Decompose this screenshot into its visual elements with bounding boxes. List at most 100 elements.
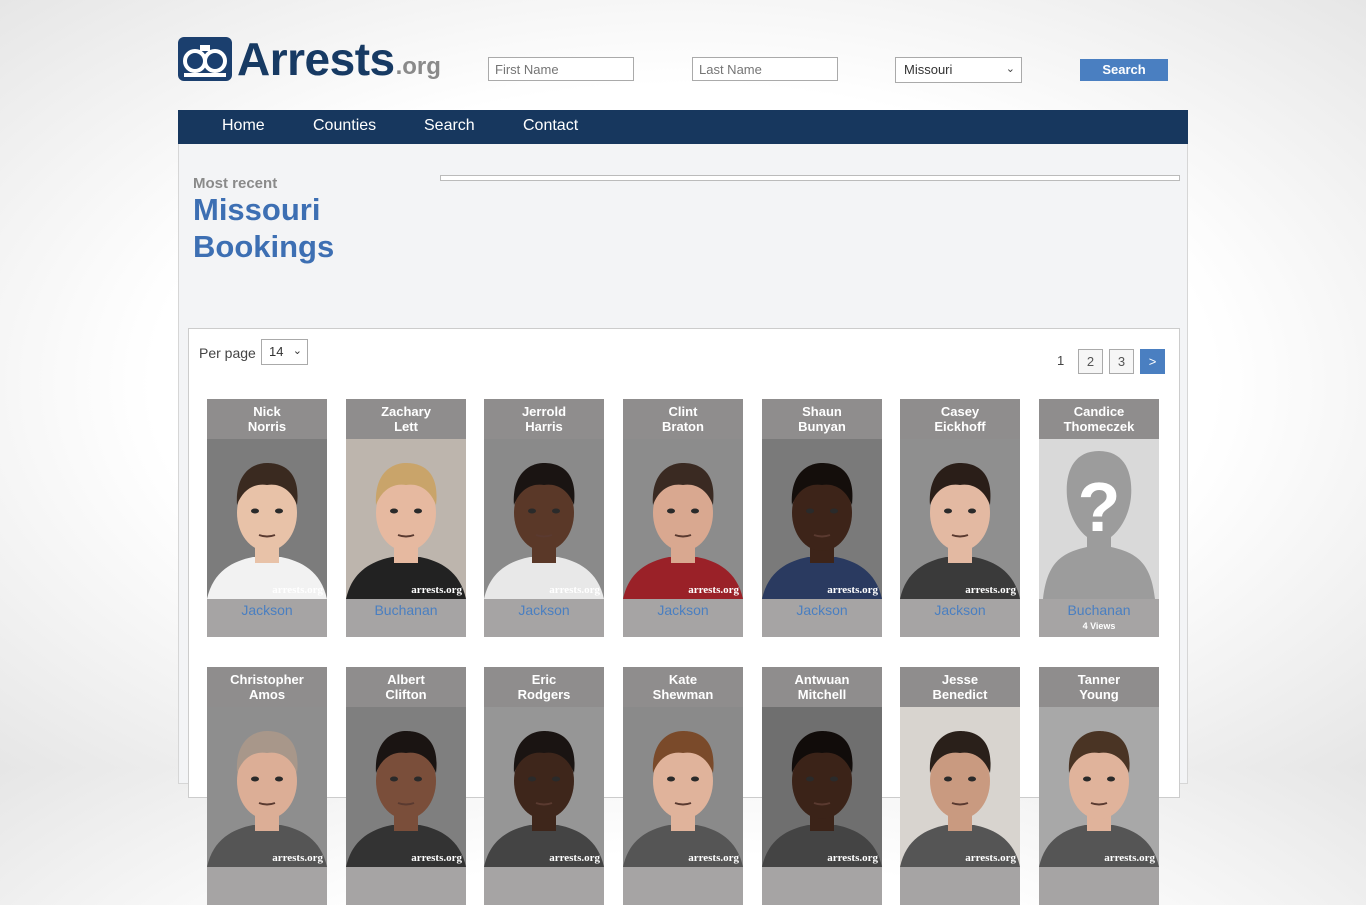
- inmate-last-name: Eickhoff: [934, 419, 986, 434]
- mugshot-photo[interactable]: arrests.org: [484, 439, 604, 599]
- county-link[interactable]: Jackson: [900, 602, 1020, 618]
- mugshot-photo[interactable]: arrests.org: [346, 707, 466, 867]
- nav-counties[interactable]: Counties: [313, 110, 376, 144]
- inmate-name[interactable]: Eric Rodgers: [484, 667, 604, 707]
- bookings-panel: Per page 14 ⌄ 1 2 3 > Nick Norris arrests.…: [188, 328, 1180, 905]
- booking-card[interactable]: Jerrold Harris arrests.org Jackson: [484, 399, 604, 637]
- inmate-first-name: Candice: [1073, 404, 1125, 419]
- watermark-text: arrests.org: [827, 584, 878, 596]
- view-count: 4 Views: [1082, 621, 1116, 631]
- inmate-name[interactable]: Zachary Lett: [346, 399, 466, 439]
- inmate-first-name: Tanner: [1077, 672, 1121, 687]
- chevron-down-icon: ⌄: [1005, 63, 1015, 75]
- site-header: Arrests .org Missouri ⌄ Search: [178, 34, 1188, 90]
- chevron-down-icon: ⌄: [292, 345, 302, 357]
- inmate-name[interactable]: Tanner Young: [1039, 667, 1159, 707]
- inmate-last-name: Benedict: [932, 687, 988, 702]
- county-link[interactable]: Jackson: [762, 602, 882, 618]
- mugshot-image: [900, 463, 1020, 599]
- inmate-first-name: Kate: [668, 672, 698, 687]
- mugshot-photo[interactable]: arrests.org: [900, 439, 1020, 599]
- pagination-page-2[interactable]: 2: [1078, 349, 1103, 374]
- county-link[interactable]: Jackson: [484, 602, 604, 618]
- inmate-name[interactable]: Candice Thomeczek: [1039, 399, 1159, 439]
- mugshot-photo[interactable]: arrests.org: [1039, 707, 1159, 867]
- inmate-name[interactable]: Albert Clifton: [346, 667, 466, 707]
- inmate-name[interactable]: Nick Norris: [207, 399, 327, 439]
- ad-banner: [440, 175, 1180, 181]
- booking-card[interactable]: Antwuan Mitchell arrests.org: [762, 667, 882, 905]
- booking-card[interactable]: Candice Thomeczek? Buchanan 4 Views: [1039, 399, 1159, 637]
- mugshot-image: [484, 463, 604, 599]
- site-logo[interactable]: Arrests .org: [178, 34, 441, 84]
- booking-card[interactable]: Kate Shewman arrests.org: [623, 667, 743, 905]
- mugshot-photo[interactable]: arrests.org: [900, 707, 1020, 867]
- watermark-text: arrests.org: [1104, 852, 1155, 864]
- no-photo-placeholder[interactable]: ?: [1039, 439, 1159, 599]
- inmate-name[interactable]: Jesse Benedict: [900, 667, 1020, 707]
- inmate-first-name: Jesse: [941, 672, 979, 687]
- handcuffs-logo-icon: [178, 37, 232, 81]
- booking-card[interactable]: Tanner Young arrests.org: [1039, 667, 1159, 905]
- inmate-name[interactable]: Clint Braton: [623, 399, 743, 439]
- watermark-text: arrests.org: [549, 584, 600, 596]
- watermark-text: arrests.org: [827, 852, 878, 864]
- county-link[interactable]: Jackson: [207, 602, 327, 618]
- inmate-name[interactable]: Jerrold Harris: [484, 399, 604, 439]
- mugshot-photo[interactable]: arrests.org: [207, 707, 327, 867]
- per-page-select[interactable]: 14 ⌄: [261, 339, 308, 365]
- watermark-text: arrests.org: [965, 584, 1016, 596]
- inmate-first-name: Albert: [387, 672, 425, 687]
- booking-card[interactable]: Christopher Amos arrests.org: [207, 667, 327, 905]
- inmate-name[interactable]: Shaun Bunyan: [762, 399, 882, 439]
- inmate-first-name: Christopher: [230, 672, 304, 687]
- inmate-name[interactable]: Kate Shewman: [623, 667, 743, 707]
- inmate-last-name: Young: [1079, 687, 1119, 702]
- last-name-input[interactable]: [692, 57, 838, 81]
- inmate-name[interactable]: Casey Eickhoff: [900, 399, 1020, 439]
- nav-home[interactable]: Home: [222, 110, 265, 144]
- booking-card[interactable]: Casey Eickhoff arrests.org Jackson: [900, 399, 1020, 637]
- county-link[interactable]: Jackson: [623, 602, 743, 618]
- inmate-last-name: Lett: [394, 419, 418, 434]
- pagination-next-button[interactable]: >: [1140, 349, 1165, 374]
- mugshot-photo[interactable]: arrests.org: [346, 439, 466, 599]
- mugshot-image: [1039, 731, 1159, 867]
- booking-card[interactable]: Jesse Benedict arrests.org: [900, 667, 1020, 905]
- mugshot-image: [762, 731, 882, 867]
- state-select-value: Missouri: [904, 62, 953, 77]
- logo-text: Arrests: [237, 33, 395, 85]
- watermark-text: arrests.org: [272, 852, 323, 864]
- mugshot-photo[interactable]: arrests.org: [207, 439, 327, 599]
- logo-suffix: .org: [395, 53, 441, 80]
- booking-card[interactable]: Albert Clifton arrests.org: [346, 667, 466, 905]
- inmate-last-name: Clifton: [385, 687, 427, 702]
- booking-card[interactable]: Eric Rodgers arrests.org: [484, 667, 604, 905]
- mugshot-image: [623, 463, 743, 599]
- nav-search[interactable]: Search: [424, 110, 475, 144]
- search-button[interactable]: Search: [1080, 59, 1168, 81]
- booking-card[interactable]: Clint Braton arrests.org Jackson: [623, 399, 743, 637]
- mugshot-photo[interactable]: arrests.org: [762, 439, 882, 599]
- state-select[interactable]: Missouri ⌄: [895, 57, 1022, 83]
- mugshot-photo[interactable]: arrests.org: [762, 707, 882, 867]
- inmate-name[interactable]: Christopher Amos: [207, 667, 327, 707]
- inmate-name[interactable]: Antwuan Mitchell: [762, 667, 882, 707]
- mugshot-photo[interactable]: arrests.org: [623, 707, 743, 867]
- watermark-text: arrests.org: [411, 852, 462, 864]
- main-nav: Home Counties Search Contact: [178, 110, 1188, 144]
- inmate-last-name: Thomeczek: [1063, 419, 1135, 434]
- booking-card[interactable]: Zachary Lett arrests.org Buchanan: [346, 399, 466, 637]
- nav-contact[interactable]: Contact: [523, 110, 578, 144]
- booking-card[interactable]: Shaun Bunyan arrests.org Jackson: [762, 399, 882, 637]
- first-name-input[interactable]: [488, 57, 634, 81]
- booking-card[interactable]: Nick Norris arrests.org Jackson: [207, 399, 327, 637]
- inmate-first-name: Nick: [253, 404, 281, 419]
- county-link[interactable]: Buchanan: [346, 602, 466, 618]
- watermark-text: arrests.org: [688, 584, 739, 596]
- pagination-page-3[interactable]: 3: [1109, 349, 1134, 374]
- mugshot-photo[interactable]: arrests.org: [484, 707, 604, 867]
- mugshot-photo[interactable]: arrests.org: [623, 439, 743, 599]
- watermark-text: arrests.org: [272, 584, 323, 596]
- county-link[interactable]: Buchanan: [1039, 602, 1159, 618]
